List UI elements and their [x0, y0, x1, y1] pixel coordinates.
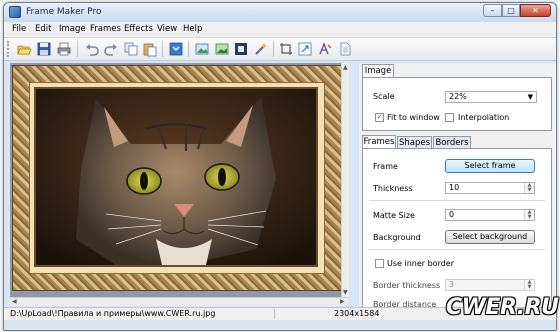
chevron-down-icon: ▼: [527, 93, 533, 101]
toolbar: [4, 38, 556, 61]
fit-to-window-label: Fit to window: [387, 113, 440, 122]
scroll-left-icon[interactable]: ◀: [12, 298, 17, 305]
paste-icon[interactable]: [142, 41, 158, 57]
menu-image[interactable]: Image: [59, 24, 86, 34]
image-settings-box: Scale 22% ▼ ✓ Fit to window Interpolatio…: [362, 77, 552, 131]
scale-dropdown[interactable]: 22% ▼: [445, 91, 537, 103]
toolbar-separator: [77, 41, 78, 57]
menu-frames[interactable]: Frames: [90, 24, 121, 34]
toolbar-grip[interactable]: [7, 41, 12, 57]
menu-help[interactable]: Help: [183, 24, 202, 34]
open-icon[interactable]: [16, 41, 32, 57]
matte-size-value: 0: [449, 210, 455, 219]
document-icon[interactable]: [337, 41, 353, 57]
watermark-logo: CWER.RU: [432, 292, 559, 328]
status-dimensions: 2304x1584: [334, 309, 380, 318]
app-window: Frame Maker Pro – □ ✕ File Edit Image Fr…: [3, 2, 557, 331]
border-thickness-stepper[interactable]: ▲ ▼: [524, 280, 534, 290]
maximize-button[interactable]: □: [502, 4, 520, 17]
text-effect-icon[interactable]: [317, 41, 333, 57]
menu-view[interactable]: View: [157, 24, 177, 34]
vertical-scrollbar[interactable]: ▲ ▼: [341, 63, 349, 297]
photo: [34, 87, 318, 267]
horizontal-scrollbar[interactable]: ◀ ▶: [10, 297, 348, 306]
scroll-down-icon[interactable]: ▼: [343, 289, 348, 296]
thickness-label: Thickness: [373, 184, 413, 193]
tab-frames[interactable]: Frames: [362, 135, 396, 149]
border-thickness-value: 3: [449, 280, 455, 289]
print-icon[interactable]: [56, 41, 72, 57]
divider: [369, 200, 545, 201]
thickness-input[interactable]: 10 ▲ ▼: [445, 182, 535, 194]
border-thickness-label: Border thickness: [373, 281, 441, 290]
scroll-up-icon[interactable]: ▲: [343, 64, 348, 71]
menu-bar: File Edit Image Frames Effects View Help: [4, 22, 556, 38]
scale-label: Scale: [373, 92, 395, 101]
interpolation-label: Interpolation: [458, 113, 510, 122]
select-frame-button[interactable]: Select frame: [445, 159, 535, 173]
scroll-right-icon[interactable]: ▶: [340, 298, 345, 305]
resize-icon[interactable]: [297, 41, 313, 57]
use-inner-border-label: Use inner border: [387, 259, 455, 268]
toolbar-separator: [273, 41, 274, 57]
image-canvas[interactable]: ▲ ▼: [10, 63, 349, 297]
app-icon: [9, 6, 21, 18]
crop-icon[interactable]: [278, 41, 294, 57]
menu-effects[interactable]: Effects: [124, 24, 153, 34]
save-icon[interactable]: [36, 41, 52, 57]
frame-settings-box: Frame Select frame Thickness 10 ▲ ▼ Matte…: [362, 148, 552, 309]
divider: [369, 249, 545, 250]
title-bar[interactable]: Frame Maker Pro – □ ✕: [4, 3, 556, 22]
matte-size-input[interactable]: 0 ▲ ▼: [445, 209, 535, 221]
fit-to-window-checkbox[interactable]: ✓: [375, 113, 384, 122]
landscape-icon[interactable]: [214, 41, 230, 57]
undo-icon[interactable]: [84, 41, 100, 57]
redo-icon[interactable]: [103, 41, 119, 57]
image-icon[interactable]: [194, 41, 210, 57]
thickness-value: 10: [449, 183, 460, 192]
menu-edit[interactable]: Edit: [35, 24, 51, 34]
minimize-button[interactable]: –: [483, 4, 502, 17]
status-file-path: D:\UpLoad\!Правила и примеры\www.CWER.ru…: [10, 309, 216, 318]
thickness-stepper[interactable]: ▲ ▼: [524, 183, 534, 193]
use-inner-border-checkbox[interactable]: [375, 259, 384, 268]
matte-size-label: Matte Size: [373, 211, 415, 220]
frame-preview: [12, 65, 342, 291]
frame-label: Frame: [373, 162, 398, 171]
interpolation-checkbox[interactable]: [445, 113, 454, 122]
help-icon[interactable]: [168, 41, 184, 57]
magic-wand-icon[interactable]: [253, 41, 269, 57]
frame-matte: [29, 82, 325, 274]
scale-value: 22%: [449, 92, 467, 101]
toolbar-separator: [188, 41, 189, 57]
watermark-text: CWER.RU: [446, 295, 559, 320]
window-title: Frame Maker Pro: [26, 7, 102, 17]
status-separator: [274, 309, 275, 319]
menu-file[interactable]: File: [12, 24, 26, 34]
properties-panel: Image Scale 22% ▼ ✓ Fit to window Interp…: [359, 63, 556, 309]
toolbar-separator: [162, 41, 163, 57]
frame-icon[interactable]: [233, 41, 249, 57]
border-thickness-input[interactable]: 3 ▲ ▼: [445, 279, 535, 291]
copy-icon[interactable]: [123, 41, 139, 57]
background-label: Background: [373, 233, 421, 242]
select-background-button[interactable]: Select background: [445, 230, 535, 244]
close-button[interactable]: ✕: [520, 4, 551, 17]
tab-image[interactable]: Image: [362, 64, 394, 78]
matte-size-stepper[interactable]: ▲ ▼: [524, 210, 534, 220]
